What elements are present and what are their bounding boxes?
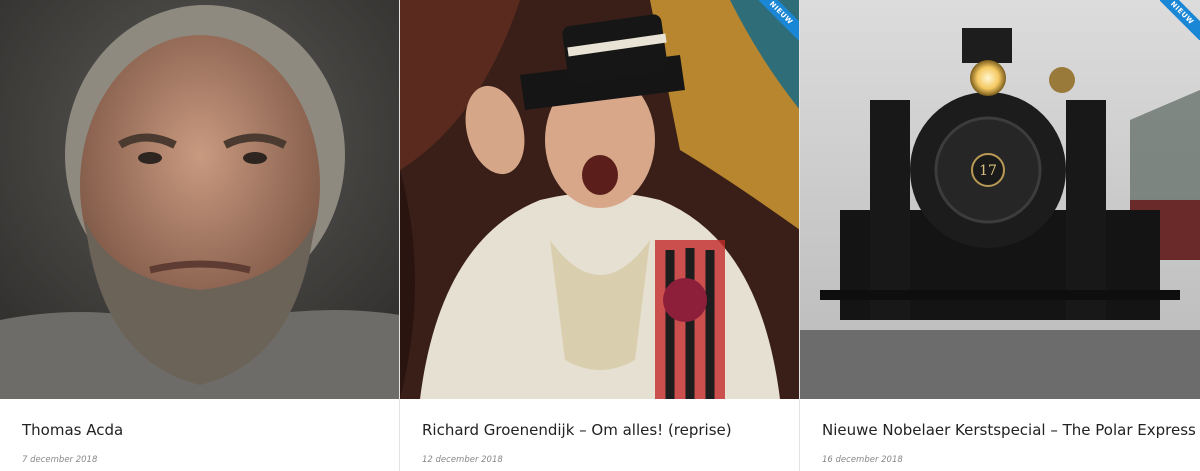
new-badge-label: NIEUW — [1160, 0, 1200, 40]
event-date: 12 december 2018 — [422, 455, 503, 465]
locomotive-image: 17 — [800, 0, 1200, 399]
event-title[interactable]: Nieuwe Nobelaer Kerstspecial – The Polar… — [822, 421, 1196, 439]
new-badge: NIEUW — [1160, 0, 1200, 40]
event-card[interactable]: 17 NIEUW Nieuwe Nobelaer Kerstspecial – … — [800, 0, 1200, 471]
portrait-image — [0, 0, 399, 399]
svg-text:17: 17 — [979, 163, 997, 179]
event-image[interactable]: 17 NIEUW — [800, 0, 1200, 399]
event-image[interactable]: NIEUW — [400, 0, 799, 399]
event-card[interactable]: Thomas Acda 7 december 2018 — [0, 0, 400, 471]
new-badge: NIEUW — [759, 0, 799, 40]
new-badge-label: NIEUW — [759, 0, 799, 40]
performer-image — [400, 0, 799, 399]
event-card[interactable]: NIEUW Richard Groenendijk – Om alles! (r… — [400, 0, 800, 471]
event-grid: Thomas Acda 7 december 2018 NIEUW Richar… — [0, 0, 1200, 471]
event-title[interactable]: Richard Groenendijk – Om alles! (reprise… — [422, 421, 777, 439]
event-title[interactable]: Thomas Acda — [22, 421, 377, 439]
event-image[interactable] — [0, 0, 399, 399]
event-date: 16 december 2018 — [822, 455, 903, 465]
event-date: 7 december 2018 — [22, 455, 98, 465]
